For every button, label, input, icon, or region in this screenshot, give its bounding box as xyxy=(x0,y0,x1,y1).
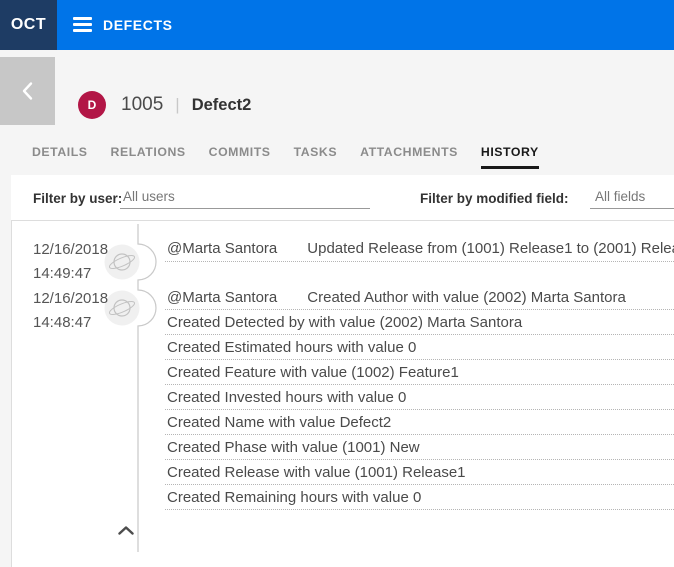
history-entry-rows: @Marta Santora Created Author with value … xyxy=(165,285,674,510)
top-bar: OCT DEFECTS xyxy=(0,0,674,50)
history-change-text: Created Estimated hours with value 0 xyxy=(167,335,416,359)
history-row: Created Invested hours with value 0 xyxy=(165,385,674,410)
tab-attachments[interactable]: ATTACHMENTS xyxy=(360,145,458,169)
filter-by-user-input[interactable]: All users xyxy=(120,189,370,209)
entity-separator: | xyxy=(175,95,179,115)
history-user-mention: @Marta Santora xyxy=(167,285,277,309)
chevron-left-icon xyxy=(21,81,34,101)
module-title: DEFECTS xyxy=(103,0,173,50)
history-change-text: Created Author with value (2002) Marta S… xyxy=(307,285,626,309)
tabs: DETAILS RELATIONS COMMITS TASKS ATTACHMENTS H… xyxy=(32,145,539,169)
timeline-line xyxy=(138,224,156,552)
history-change-text: Created Phase with value (1001) New xyxy=(167,435,420,459)
app-logo[interactable]: OCT xyxy=(0,0,57,50)
history-change-text: Updated Release from (1001) Release1 to … xyxy=(307,236,674,261)
history-entry-date: 12/16/2018 xyxy=(33,287,133,311)
history-entry-time: 14:49:47 xyxy=(33,262,133,286)
history-entry-time: 14:48:47 xyxy=(33,311,133,335)
history-row: Created Detected by with value (2002) Ma… xyxy=(165,310,674,335)
history-row: Created Remaining hours with value 0 xyxy=(165,485,674,510)
history-row: Created Release with value (1001) Releas… xyxy=(165,460,674,485)
history-change-text: Created Feature with value (1002) Featur… xyxy=(167,360,459,384)
defect-type-badge: D xyxy=(78,91,106,119)
tab-commits[interactable]: COMMITS xyxy=(209,145,271,169)
history-row: Created Name with value Defect2 xyxy=(165,410,674,435)
chevron-up-icon xyxy=(117,525,135,536)
history-row: Created Phase with value (1001) New xyxy=(165,435,674,460)
entity-name: Defect2 xyxy=(192,96,252,115)
filter-by-field-input[interactable]: All fields xyxy=(590,189,674,209)
history-entry-date: 12/16/2018 xyxy=(33,238,133,262)
history-row: Created Estimated hours with value 0 xyxy=(165,335,674,360)
history-entry-rows: @Marta Santora Updated Release from (1001… xyxy=(165,236,674,262)
history-change-text: Created Name with value Defect2 xyxy=(167,410,391,434)
history-row: @Marta Santora Updated Release from (1001… xyxy=(165,236,674,262)
filter-by-field-label: Filter by modified field: xyxy=(420,191,569,206)
history-change-text: Created Remaining hours with value 0 xyxy=(167,485,421,509)
collapse-history-button[interactable] xyxy=(115,522,137,538)
history-change-text: Created Detected by with value (2002) Ma… xyxy=(167,310,522,334)
tab-tasks[interactable]: TASKS xyxy=(294,145,338,169)
hamburger-icon[interactable] xyxy=(73,17,92,32)
history-entry-timestamp: 12/16/201814:49:47 xyxy=(33,238,133,286)
history-row: @Marta Santora Created Author with value … xyxy=(165,285,674,310)
history-entry-timestamp: 12/16/201814:48:47 xyxy=(33,287,133,335)
back-button[interactable] xyxy=(0,57,55,125)
entity-id: 1005 xyxy=(121,94,163,116)
entity-header: D 1005 | Defect2 xyxy=(78,91,251,119)
filter-bar: Filter by user: All users Filter by modi… xyxy=(11,175,674,221)
tab-details[interactable]: DETAILS xyxy=(32,145,88,169)
tab-relations[interactable]: RELATIONS xyxy=(111,145,186,169)
tab-history[interactable]: HISTORY xyxy=(481,145,539,169)
history-row: Created Feature with value (1002) Featur… xyxy=(165,360,674,385)
history-user-mention: @Marta Santora xyxy=(167,236,277,261)
history-change-text: Created Release with value (1001) Releas… xyxy=(167,460,466,484)
history-change-text: Created Invested hours with value 0 xyxy=(167,385,406,409)
filter-by-user-label: Filter by user: xyxy=(33,191,122,206)
